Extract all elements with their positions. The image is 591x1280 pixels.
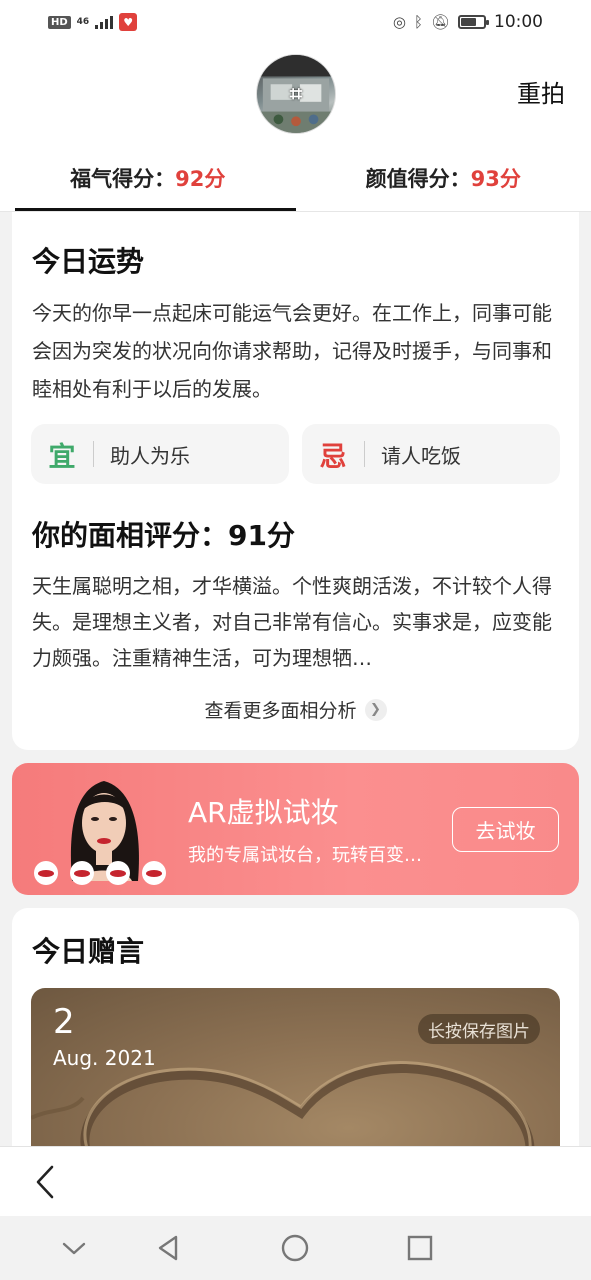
do-today-box: 宜 助人为乐 xyxy=(31,424,289,484)
hd-badge: HD xyxy=(48,15,71,29)
fortune-title: 今日运势 xyxy=(32,245,145,278)
more-link-label: 查看更多面相分析 xyxy=(204,700,357,722)
yi-mark: 宜 xyxy=(48,441,76,473)
fortune-card: 今日运势 今天的你早一点起床可能运气会更好。在工作上，同事可能会因为突发的状况向… xyxy=(12,212,579,750)
user-photo-avatar[interactable]: ⌗ xyxy=(256,54,336,134)
system-nav-bar xyxy=(0,1216,591,1280)
try-makeup-button[interactable]: 去试妆 xyxy=(452,807,559,852)
app-footer xyxy=(0,1146,591,1216)
lipstick-swatch-icon xyxy=(106,861,130,885)
tab-score: 93分 xyxy=(470,166,521,191)
face-score-title: 你的面相评分：91分 xyxy=(32,519,295,552)
more-face-analysis-link[interactable]: 查看更多面相分析 ❯ xyxy=(12,696,579,723)
retake-button[interactable]: 重拍 xyxy=(517,74,565,109)
ar-makeup-banner[interactable]: AR虚拟试妆 我的专属试妆台，玩转百变… 去试妆 xyxy=(12,763,579,895)
status-bar: HD 46 ♥ ◎ ᛒ 🔕︎ 10:00 xyxy=(0,0,591,44)
lipstick-swatch-icon xyxy=(70,861,94,885)
status-right: ◎ ᛒ 🔕︎ 10:00 xyxy=(393,12,543,32)
quote-title: 今日赠言 xyxy=(32,935,145,968)
mute-bell-icon: 🔕︎ xyxy=(430,13,450,31)
ar-banner-subtitle: 我的专属试妆台，玩转百变… xyxy=(188,845,422,866)
quote-month: Aug. 2021 xyxy=(53,1046,156,1070)
yi-text: 助人为乐 xyxy=(110,443,190,468)
network-type: 46 xyxy=(76,16,90,27)
tab-fortune-score[interactable]: 福气得分： 92分 xyxy=(0,144,296,211)
lipstick-swatch-icon xyxy=(34,861,58,885)
collapse-down-icon[interactable] xyxy=(58,1232,90,1264)
bluetooth-icon: ᛒ xyxy=(413,13,423,31)
quote-day: 2 xyxy=(53,1002,75,1042)
face-analysis-text: 天生属聪明之相，才华横溢。个性爽朗活泼，不计较个人得失。是理想主义者，对自己非常… xyxy=(32,574,552,670)
chevron-right-icon: ❯ xyxy=(364,698,387,721)
avoid-today-box: 忌 请人吃饭 xyxy=(302,424,560,484)
nav-recents-icon[interactable] xyxy=(404,1232,436,1264)
status-left: HD 46 ♥ xyxy=(48,13,138,31)
ji-mark: 忌 xyxy=(319,441,347,473)
daily-quote-card: 今日赠言 2 Aug. 2021 长按保存图片 xyxy=(12,908,579,1163)
battery-fill xyxy=(461,18,477,26)
tab-appearance-score[interactable]: 颜值得分： 93分 xyxy=(296,144,591,211)
nav-back-icon[interactable] xyxy=(152,1232,184,1264)
signal-icon xyxy=(95,15,114,29)
quote-image[interactable]: 2 Aug. 2021 长按保存图片 xyxy=(31,988,560,1163)
back-arrow-icon[interactable] xyxy=(32,1163,62,1201)
ji-text: 请人吃饭 xyxy=(381,443,461,468)
fortune-text: 今天的你早一点起床可能运气会更好。在工作上，同事可能会因为突发的状况向你请求帮助… xyxy=(32,301,552,401)
nfc-icon: ◎ xyxy=(392,13,406,31)
tab-label: 福气得分： xyxy=(70,166,176,191)
save-image-hint[interactable]: 长按保存图片 xyxy=(418,1014,540,1044)
ar-banner-title: AR虚拟试妆 xyxy=(188,796,339,829)
lipstick-swatch-icon xyxy=(142,861,166,885)
header: ⌗ 重拍 xyxy=(0,44,591,144)
clock: 10:00 xyxy=(494,12,543,32)
tab-score: 92分 xyxy=(175,166,226,191)
tab-label: 颜值得分： xyxy=(365,166,471,191)
nav-home-icon[interactable] xyxy=(279,1232,311,1264)
app-notification-icon: ♥ xyxy=(119,13,138,31)
crop-icon: ⌗ xyxy=(289,81,303,107)
score-tabs: 福气得分： 92分 颜值得分： 93分 xyxy=(0,144,591,212)
battery-icon xyxy=(458,15,489,29)
